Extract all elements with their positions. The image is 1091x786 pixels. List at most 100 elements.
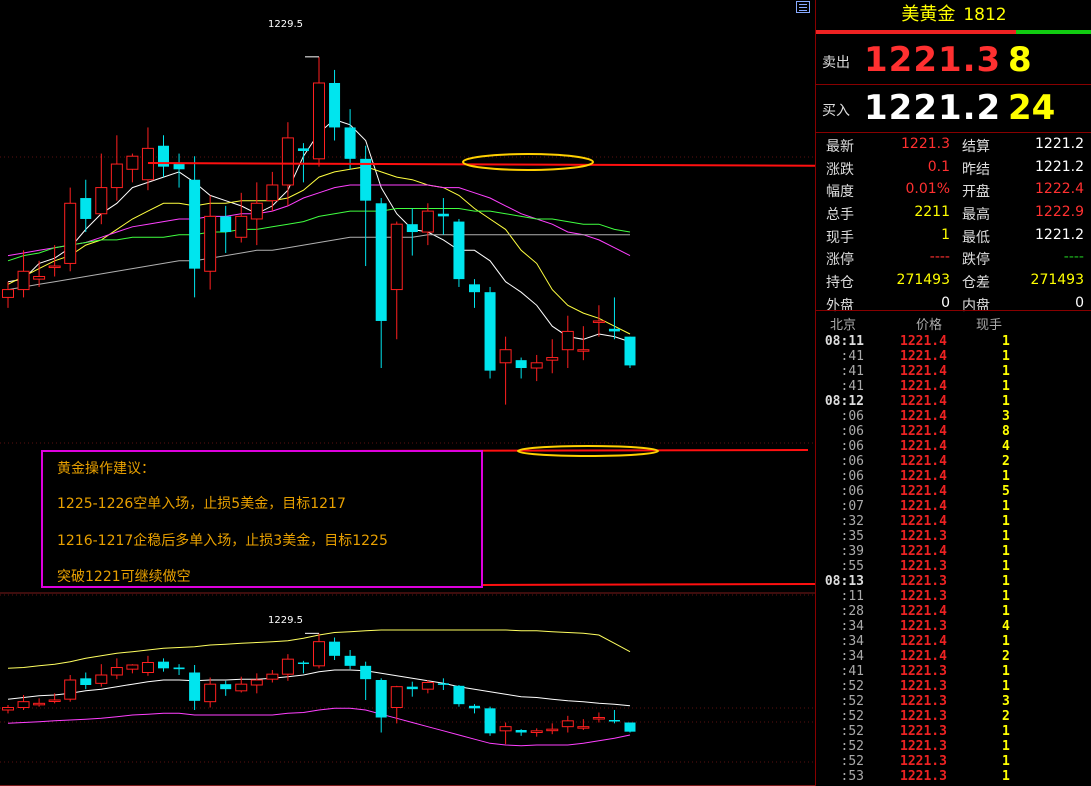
stat-label: 开盘 [962, 184, 990, 201]
tick-volume: 3 [1002, 409, 1010, 424]
instrument-code: 1812 [963, 5, 1007, 25]
candle-body-down [297, 148, 309, 151]
top-candles [2, 56, 636, 405]
stats-table: 最新 1221.3 结算 1221.2 涨跌 0.1 昨结 1221.2 幅度 0.01% 开盘 12… [816, 134, 1091, 316]
candle-body-down [375, 680, 387, 718]
tick-volume: 1 [1002, 379, 1010, 394]
candle-body-down [469, 705, 480, 709]
tick-time: :28 [840, 604, 864, 619]
tick-time: :39 [840, 544, 864, 559]
sell-label: 卖出 [822, 55, 850, 71]
ticks-header-time: 北京 [830, 318, 857, 333]
candle-body-up [313, 641, 325, 667]
candle-body-up [530, 362, 543, 369]
tick-price: 1221.4 [900, 484, 947, 499]
tick-time: :35 [840, 529, 864, 544]
tick-price: 1221.4 [900, 454, 947, 469]
tick-time: :34 [840, 634, 864, 649]
ticks-list[interactable]: 08:11 1221.4 1:41 1221.4 1:41 1221.4 1:41 1221.… [816, 334, 1091, 784]
tick-volume: 1 [1002, 364, 1010, 379]
candle-body-up [561, 330, 574, 351]
stat-value: 0.1 [927, 158, 950, 175]
advice-line-2: 1216-1217企稳后多单入场，止损3美金，目标1225 [57, 533, 388, 549]
menu-icon[interactable] [796, 1, 810, 13]
candle-body-down [344, 127, 356, 159]
resistance-line [147, 162, 815, 167]
tick-time: :34 [840, 649, 864, 664]
tick-time: :11 [840, 589, 864, 604]
tick-time: :06 [840, 409, 864, 424]
candle-body-down [158, 661, 169, 669]
indicator-line [7, 234, 630, 291]
tick-volume: 1 [1002, 604, 1010, 619]
candle-body-down [453, 685, 465, 705]
candle-body-up [250, 679, 263, 686]
tick-row: :53 1221.3 1 [816, 769, 1091, 784]
candle-body-down [375, 203, 387, 321]
tick-time: :06 [840, 484, 864, 499]
tick-time: :41 [840, 349, 864, 364]
tick-price: 1221.4 [900, 334, 947, 349]
candle-body-down [406, 224, 418, 233]
indicator-line [7, 707, 631, 747]
tick-row: :52 1221.3 2 [816, 709, 1091, 724]
candle-body-up [126, 155, 139, 170]
tick-price: 1221.4 [900, 544, 947, 559]
tick-time: :52 [840, 694, 864, 709]
candle-body-up [33, 702, 46, 706]
stats-row: 最新 1221.3 结算 1221.2 [816, 134, 1091, 157]
tick-price: 1221.3 [900, 679, 947, 694]
tick-price: 1221.4 [900, 604, 947, 619]
tick-time: :52 [840, 709, 864, 724]
candle-body-down [220, 684, 232, 690]
stat-value: ---- [1063, 249, 1084, 266]
tick-row: :06 1221.4 2 [816, 454, 1091, 469]
candle-body-down [484, 292, 496, 371]
tick-price: 1221.3 [900, 694, 947, 709]
stat-value: 1221.2 [1035, 226, 1084, 243]
candle-body-up [95, 187, 108, 215]
buy-price: 1221.2 [864, 88, 1002, 128]
candle-body-up [266, 673, 279, 680]
stat-value: 1 [941, 226, 950, 243]
stat-value: 2211 [914, 204, 950, 221]
candle-body-down [608, 328, 620, 332]
candle-body-down [437, 213, 449, 217]
stats-divider [816, 310, 1091, 311]
quote-panel: 美黄金 1812 卖出 1221.3 8 买入 1221.2 24 最新 1221.… [815, 0, 1091, 786]
candle-body-down [515, 360, 527, 369]
tick-volume: 1 [1002, 664, 1010, 679]
stat-label: 最新 [826, 139, 854, 155]
tick-row: 08:11 1221.4 1 [816, 334, 1091, 349]
candle-body-up [313, 82, 325, 160]
tick-price: 1221.4 [900, 379, 947, 394]
stat-value: 1221.3 [901, 136, 950, 152]
tick-price: 1221.4 [900, 439, 947, 454]
tick-row: :06 1221.4 4 [816, 439, 1091, 454]
tick-price: 1221.4 [900, 349, 947, 364]
tick-volume: 1 [1002, 334, 1010, 349]
kline-chart[interactable] [0, 0, 815, 786]
tick-time: :34 [840, 619, 864, 634]
tick-volume: 1 [1002, 574, 1010, 589]
candle-body-up [421, 682, 434, 690]
candle-body-up [266, 184, 279, 202]
candle-body-up [390, 223, 403, 291]
candle-body-up [204, 215, 217, 272]
tick-time: 08:13 [824, 574, 864, 589]
buy-quote: 买入 1221.2 24 [816, 86, 1091, 133]
candle-body-up [235, 215, 248, 238]
tick-price: 1221.3 [900, 664, 947, 679]
candle-body-up [2, 707, 14, 711]
advice-box: 黄金操作建议： 1225-1226空单入场，止损5美金，目标1217 1216-… [41, 450, 483, 588]
stat-label: 幅度 [826, 184, 854, 201]
tick-row: :41 1221.4 1 [816, 379, 1091, 394]
tick-time: :06 [840, 469, 864, 484]
stat-label: 仓差 [962, 275, 990, 292]
candle-body-down [297, 662, 309, 664]
candle-body-up [17, 701, 30, 709]
tick-price: 1221.4 [900, 499, 947, 514]
candle-body-up [48, 699, 61, 702]
candle-body-up [33, 275, 46, 280]
tick-time: :53 [840, 769, 864, 784]
